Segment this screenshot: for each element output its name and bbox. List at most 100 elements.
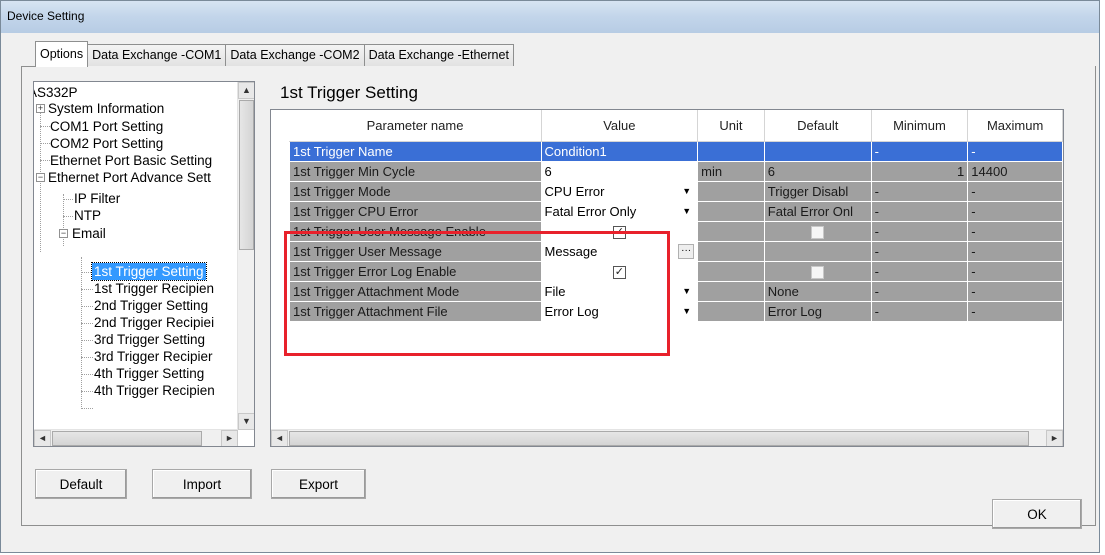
collapse-minus-icon[interactable]: − [36, 173, 45, 182]
ok-button[interactable]: OK [992, 499, 1082, 529]
parameter-minimum: - [870, 300, 969, 322]
scroll-left-icon[interactable]: ◄ [271, 430, 288, 446]
column-header-default[interactable]: Default [764, 110, 872, 142]
export-button[interactable]: Export [271, 469, 366, 499]
scroll-up-icon[interactable]: ▲ [238, 82, 254, 99]
checkbox-checked-icon[interactable]: ✓ [612, 225, 626, 239]
grid-hscroll-thumb[interactable] [289, 431, 1029, 446]
column-header-value[interactable]: Value [541, 110, 699, 142]
table-row[interactable]: 1st Trigger Attachment File Error Log ▼ E… [289, 300, 1063, 322]
scroll-down-icon[interactable]: ▼ [238, 413, 254, 430]
parameter-default-checkbox [763, 220, 872, 242]
parameter-minimum: - [870, 220, 969, 242]
column-header-minimum[interactable]: Minimum [871, 110, 969, 142]
tree-item-ntp[interactable]: NTP [74, 207, 101, 224]
tree-item-as332p[interactable]: AS332P [34, 84, 78, 101]
scroll-left-icon[interactable]: ◄ [34, 430, 51, 446]
parameter-unit [697, 200, 765, 222]
parameter-unit [697, 140, 765, 162]
table-header-row: Parameter name Value Unit Default Minimu… [289, 110, 1063, 142]
table-row[interactable]: 1st Trigger User Message Message ··· - - [289, 240, 1063, 262]
checkbox-checked-icon[interactable]: ✓ [612, 265, 626, 279]
title-bar: Device Setting [1, 1, 1099, 33]
parameter-unit [697, 220, 765, 242]
table-row[interactable]: 1st Trigger User Message Enable ✓ - - [289, 220, 1063, 242]
parameter-maximum: - [967, 240, 1063, 262]
tree-item-ethernet-advance[interactable]: Ethernet Port Advance Sett [48, 169, 211, 186]
checkbox-unchecked-icon [811, 265, 825, 279]
dropdown-arrow-icon[interactable]: ▼ [682, 306, 694, 316]
parameter-name: 1st Trigger User Message [289, 240, 542, 262]
tree-item-4th-trigger-setting[interactable]: 4th Trigger Setting [94, 365, 204, 382]
table-row[interactable]: 1st Trigger CPU Error Fatal Error Only ▼ … [289, 200, 1063, 222]
parameter-default [763, 240, 872, 262]
scroll-right-icon[interactable]: ► [221, 430, 238, 446]
tree-item-ethernet-basic[interactable]: Ethernet Port Basic Setting [50, 152, 212, 169]
tree-horizontal-scrollbar[interactable]: ◄ ► [34, 429, 238, 446]
tree-item-4th-trigger-recipient[interactable]: 4th Trigger Recipien [94, 382, 215, 399]
parameter-unit: min [697, 160, 765, 182]
default-button[interactable]: Default [35, 469, 127, 499]
tree-item-1st-trigger-recipient[interactable]: 1st Trigger Recipien [94, 280, 214, 297]
tree-item-ip-filter[interactable]: IP Filter [74, 190, 120, 207]
tree-hscroll-thumb[interactable] [52, 431, 202, 446]
parameter-value[interactable]: Condition1 [540, 140, 699, 162]
tree-item-com2-port-setting[interactable]: COM2 Port Setting [50, 135, 163, 152]
table-row[interactable]: 1st Trigger Mode CPU Error ▼ Trigger Disa… [289, 180, 1063, 202]
tree-item-3rd-trigger-setting[interactable]: 3rd Trigger Setting [94, 331, 205, 348]
tab-options[interactable]: Options [35, 41, 89, 67]
dropdown-arrow-icon[interactable]: ▼ [682, 206, 694, 216]
table-row[interactable]: 1st Trigger Min Cycle 6 min 6 1 14400 [289, 160, 1063, 182]
parameter-grid[interactable]: Parameter name Value Unit Default Minimu… [270, 109, 1064, 447]
parameter-unit [697, 240, 765, 262]
parameter-default: 6 [763, 160, 872, 182]
ellipsis-button-icon[interactable]: ··· [678, 243, 695, 259]
parameter-maximum: - [967, 220, 1063, 242]
tree-item-3rd-trigger-recipient[interactable]: 3rd Trigger Recipier [94, 348, 213, 365]
scroll-right-icon[interactable]: ► [1046, 430, 1063, 446]
grid-horizontal-scrollbar[interactable]: ◄ ► [271, 429, 1063, 446]
parameter-minimum: - [870, 280, 969, 302]
parameter-value-dropdown[interactable]: File ▼ [540, 280, 699, 302]
parameter-value-text[interactable]: Message ··· [540, 240, 699, 262]
tree-scroll-thumb[interactable] [239, 100, 254, 250]
tree-item-2nd-trigger-recipient[interactable]: 2nd Trigger Recipiei [94, 314, 214, 331]
parameter-value-dropdown[interactable]: Error Log ▼ [540, 300, 699, 322]
parameter-name: 1st Trigger Error Log Enable [289, 260, 542, 282]
table-row[interactable]: 1st Trigger Attachment Mode File ▼ None -… [289, 280, 1063, 302]
tree-item-com1-port-setting[interactable]: COM1 Port Setting [50, 118, 163, 135]
column-header-unit[interactable]: Unit [697, 110, 765, 142]
parameter-value-dropdown[interactable]: CPU Error ▼ [540, 180, 699, 202]
tab-data-exchange-ethernet[interactable]: Data Exchange -Ethernet [363, 44, 514, 66]
import-button[interactable]: Import [152, 469, 252, 499]
parameter-unit [697, 280, 765, 302]
parameter-value-dropdown[interactable]: Fatal Error Only ▼ [540, 200, 699, 222]
parameter-name: 1st Trigger Name [289, 140, 542, 162]
parameter-maximum: - [967, 140, 1063, 162]
table-row[interactable]: 1st Trigger Error Log Enable ✓ - - [289, 260, 1063, 282]
tab-data-exchange-com1[interactable]: Data Exchange -COM1 [87, 44, 227, 66]
parameter-value[interactable]: 6 [540, 160, 699, 182]
settings-tree[interactable]: AS332P + System Information COM1 Port Se… [33, 81, 255, 447]
tree-item-2nd-trigger-setting[interactable]: 2nd Trigger Setting [94, 297, 208, 314]
collapse-minus-icon[interactable]: − [59, 229, 68, 238]
dropdown-arrow-icon[interactable]: ▼ [682, 286, 694, 296]
dropdown-arrow-icon[interactable]: ▼ [682, 186, 694, 196]
parameter-maximum: - [967, 280, 1063, 302]
tree-vertical-scrollbar[interactable]: ▲ ▼ [237, 82, 254, 430]
parameter-name: 1st Trigger Mode [289, 180, 542, 202]
tree-item-1st-trigger-setting[interactable]: 1st Trigger Setting [91, 262, 207, 281]
tab-data-exchange-com2[interactable]: Data Exchange -COM2 [225, 44, 365, 66]
device-setting-window: Device Setting Options Data Exchange -CO… [0, 0, 1100, 553]
parameter-minimum: - [870, 260, 969, 282]
tree-item-system-information[interactable]: System Information [48, 100, 164, 117]
column-header-maximum[interactable]: Maximum [967, 110, 1063, 142]
parameter-unit [697, 260, 765, 282]
column-header-parameter[interactable]: Parameter name [289, 110, 542, 142]
expand-plus-icon[interactable]: + [36, 104, 45, 113]
parameter-value-checkbox[interactable]: ✓ [540, 260, 699, 282]
tree-item-email[interactable]: Email [72, 225, 106, 242]
parameter-maximum: - [967, 200, 1063, 222]
table-row[interactable]: 1st Trigger Name Condition1 - - [289, 140, 1063, 162]
parameter-value-checkbox[interactable]: ✓ [540, 220, 699, 242]
